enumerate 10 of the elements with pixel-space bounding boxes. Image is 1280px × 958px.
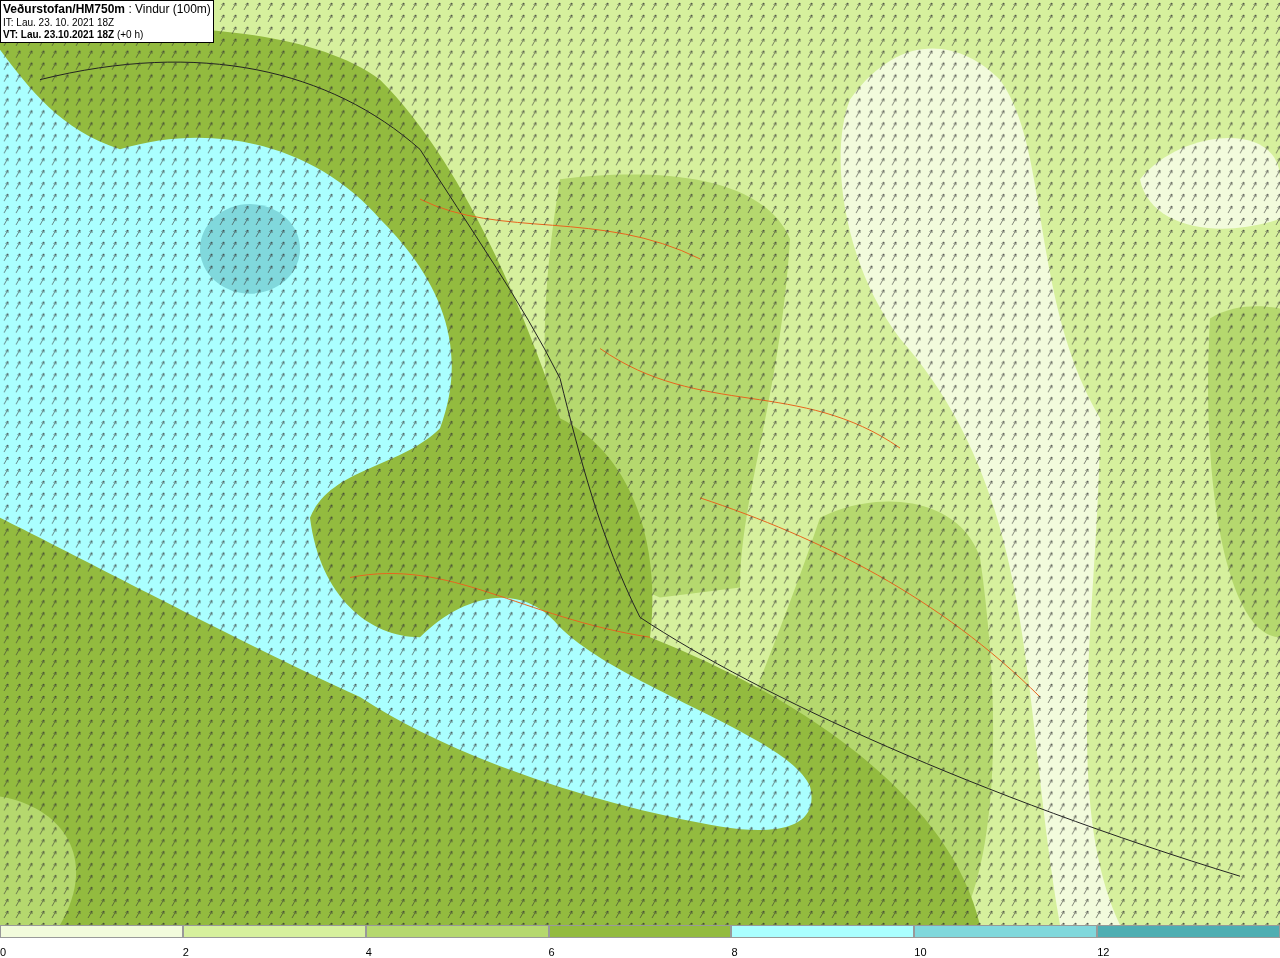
legend-label: 0	[0, 945, 7, 958]
legend-label: 4	[365, 945, 372, 958]
legend-label: 2	[182, 945, 189, 958]
header-line: VT: Lau. 23.10.2021 18Z (+0 h)	[3, 29, 145, 41]
legend-label: 8	[731, 945, 738, 958]
header-line: IT: Lau. 23. 10. 2021 18Z	[3, 17, 116, 29]
header-line: Veðurstofan/HM750m : Vindur (100m)	[3, 2, 211, 17]
legend-label: 10	[914, 945, 927, 958]
legend-label: 6	[548, 945, 555, 958]
legend-label: 12	[1097, 945, 1110, 958]
